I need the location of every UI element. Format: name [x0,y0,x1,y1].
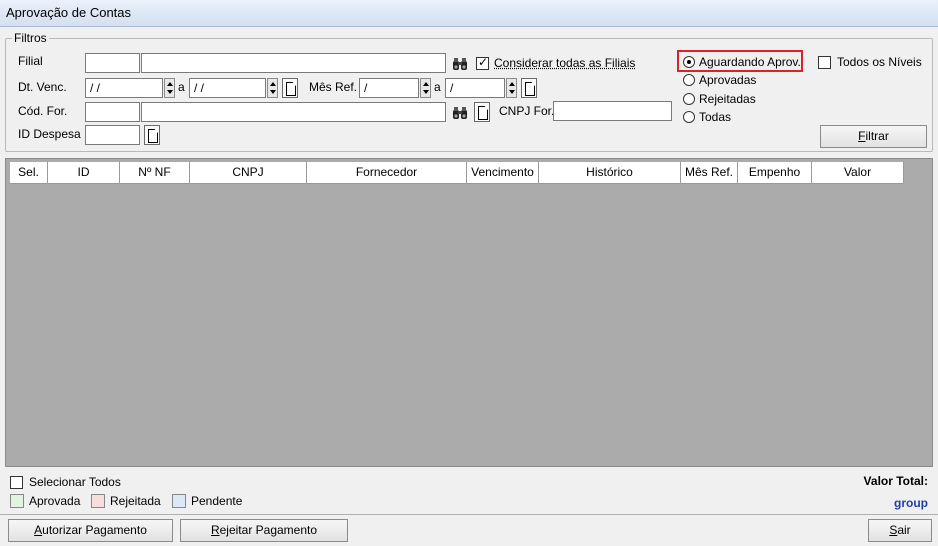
col-valor[interactable]: Valor [812,162,904,184]
total-label: Valor Total: [863,474,928,488]
all-levels-checkbox[interactable] [818,56,831,69]
radio-todas[interactable] [683,111,695,123]
dt-venc-to-input[interactable]: / / [189,78,266,98]
filial-name-input[interactable] [141,53,446,73]
grid-header: Sel. ID Nº NF CNPJ Fornecedor Vencimento… [10,162,904,184]
radio-aprovadas[interactable] [683,74,695,86]
cod-for-name-input[interactable] [141,102,446,122]
radio-todas-label[interactable]: Todas [699,110,731,124]
cod-for-label: Cód. For. [18,104,68,118]
legend-label-pendente: Pendente [191,494,243,508]
dt-venc-from-spinner[interactable] [164,78,175,98]
authorize-payment-button[interactable]: Autorizar Pagamento [8,519,173,542]
select-all-label[interactable]: Selecionar Todos [29,475,121,489]
dt-venc-from-input[interactable]: / / [85,78,163,98]
col-sel[interactable]: Sel. [10,162,48,184]
id-despesa-label: ID Despesa [18,127,81,141]
consider-all-filiais-label[interactable]: Considerar todas as Filiais [494,56,635,70]
new-document-icon[interactable] [282,78,298,98]
col-id[interactable]: ID [48,162,120,184]
radio-aguardando-label[interactable]: Aguardando Aprov. [699,55,801,69]
radio-aguardando[interactable] [683,56,695,68]
cnpj-for-label: CNPJ For. [499,104,555,118]
col-historico[interactable]: Histórico [539,162,681,184]
new-document-icon[interactable] [144,125,160,145]
window-title: Aprovação de Contas [0,0,938,27]
mes-ref-to-input[interactable]: / [445,78,505,98]
new-document-icon[interactable] [474,102,490,122]
dt-venc-to-spinner[interactable] [267,78,278,98]
mes-ref-sep: a [434,80,441,94]
radio-aprovadas-label[interactable]: Aprovadas [699,73,756,87]
total-value: group [894,496,928,510]
mes-ref-from-spinner[interactable] [420,78,431,98]
col-empenho[interactable]: Empenho [738,162,812,184]
filters-legend: Filtros [12,31,49,45]
mes-ref-label: Mês Ref. [309,80,358,94]
binoculars-icon[interactable] [452,55,468,73]
col-mes-ref[interactable]: Mês Ref. [681,162,738,184]
radio-rejeitadas-label[interactable]: Rejeitadas [699,92,756,106]
legend-label-aprovada: Aprovada [29,494,81,508]
select-all-checkbox[interactable] [10,476,23,489]
col-nf[interactable]: Nº NF [120,162,190,184]
radio-rejeitadas[interactable] [683,93,695,105]
dt-venc-label: Dt. Venc. [18,80,67,94]
accounts-grid[interactable]: Sel. ID Nº NF CNPJ Fornecedor Vencimento… [5,158,933,467]
reject-payment-button[interactable]: Rejeitar Pagamento [180,519,348,542]
legend-swatch-rejeitada [91,494,105,508]
cnpj-for-input[interactable] [553,101,672,121]
new-document-icon[interactable] [521,78,537,98]
legend-swatch-pendente [172,494,186,508]
mes-ref-to-spinner[interactable] [506,78,517,98]
filter-button[interactable]: Filtrar [820,125,927,148]
filial-code-input[interactable] [85,53,140,73]
binoculars-icon[interactable] [452,104,468,122]
legend-label-rejeitada: Rejeitada [110,494,161,508]
exit-button[interactable]: Sair [868,519,932,542]
all-levels-label[interactable]: Todos os Níveis [837,55,922,69]
col-vencimento[interactable]: Vencimento [467,162,539,184]
dt-venc-sep: a [178,80,185,94]
mes-ref-from-input[interactable]: / [359,78,419,98]
id-despesa-input[interactable] [85,125,140,145]
cod-for-code-input[interactable] [85,102,140,122]
filial-label: Filial [18,54,43,68]
legend-swatch-aprovada [10,494,24,508]
consider-all-filiais-checkbox[interactable] [476,55,489,70]
col-cnpj[interactable]: CNPJ [190,162,307,184]
footer-separator [0,514,938,515]
col-fornecedor[interactable]: Fornecedor [307,162,467,184]
